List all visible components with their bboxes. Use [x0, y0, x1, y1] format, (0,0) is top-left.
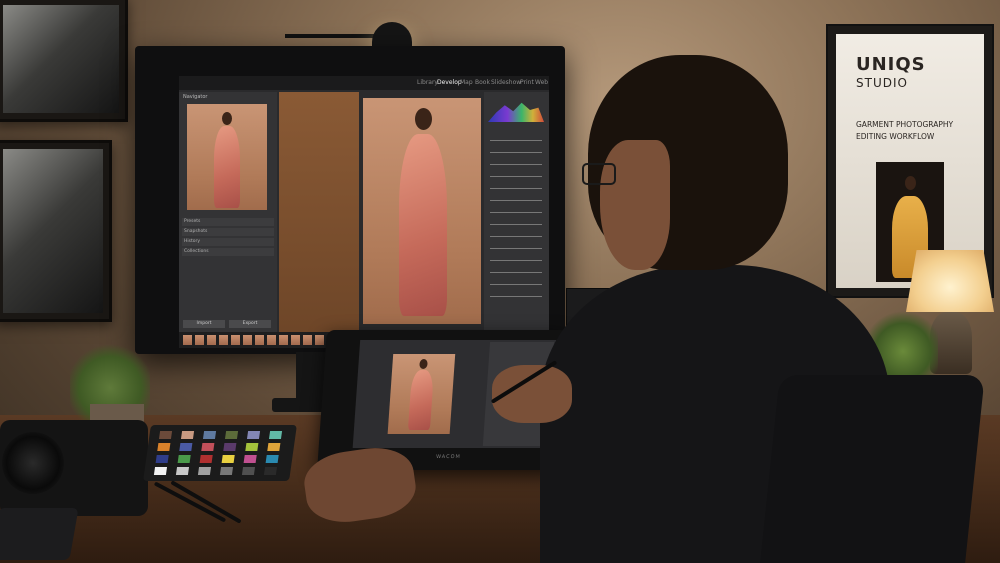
smartphone	[0, 508, 79, 560]
color-swatch	[221, 455, 235, 463]
module-print[interactable]: Print	[520, 79, 534, 86]
develop-slider-13[interactable]	[490, 284, 542, 285]
office-chair	[760, 375, 985, 563]
filmstrip-thumb[interactable]	[267, 335, 276, 345]
color-swatch	[153, 467, 168, 475]
panel-section-presets[interactable]: Presets	[182, 218, 274, 226]
color-swatch	[175, 467, 190, 475]
person-face	[600, 140, 670, 270]
develop-slider-11[interactable]	[490, 260, 542, 261]
develop-slider-2[interactable]	[490, 152, 542, 153]
tablet-model-saree	[407, 370, 435, 430]
main-image-canvas[interactable]	[363, 98, 481, 324]
secondary-image-backdrop	[279, 92, 359, 332]
filmstrip-thumb[interactable]	[315, 335, 324, 345]
color-swatch	[199, 455, 213, 463]
color-swatch	[263, 467, 278, 475]
left-panel: Navigator Presets Snapshots History Coll…	[179, 92, 277, 332]
color-swatch	[197, 467, 212, 475]
module-map[interactable]: Map	[460, 79, 473, 86]
module-bar: Library Develop Map Book Slideshow Print…	[179, 76, 549, 90]
filmstrip-thumb[interactable]	[303, 335, 312, 345]
navigator-model-saree	[214, 126, 240, 208]
poster-model-head	[905, 176, 916, 190]
poster-brand-line1: UNIQS	[856, 54, 926, 75]
color-swatch	[241, 467, 256, 475]
filmstrip-thumb[interactable]	[207, 335, 216, 345]
panel-section-history[interactable]: History	[182, 238, 274, 246]
dslr-camera	[0, 420, 148, 516]
camera-lens	[2, 432, 64, 494]
tablet-brand-label: WACOM	[435, 454, 461, 460]
color-checker-card	[143, 425, 297, 481]
color-swatch	[155, 455, 169, 463]
color-swatch	[267, 443, 281, 451]
color-swatch	[219, 467, 234, 475]
navigator-preview[interactable]	[187, 104, 267, 210]
color-swatch	[157, 443, 171, 451]
filmstrip-thumb[interactable]	[219, 335, 228, 345]
color-swatch	[202, 431, 217, 439]
eyeglasses-icon	[582, 163, 616, 185]
develop-slider-10[interactable]	[490, 248, 542, 249]
filmstrip-thumb[interactable]	[243, 335, 252, 345]
develop-slider-5[interactable]	[490, 188, 542, 189]
develop-slider-12[interactable]	[490, 272, 542, 273]
filmstrip-thumb[interactable]	[291, 335, 300, 345]
navigator-model-head	[222, 112, 232, 125]
desktop-monitor: Library Develop Map Book Slideshow Print…	[135, 46, 565, 354]
develop-slider-8[interactable]	[490, 224, 542, 225]
import-button[interactable]: Import	[183, 320, 225, 328]
color-swatch	[245, 443, 259, 451]
photo-scene: UNIQS STUDIO GARMENT PHOTOGRAPHY EDITING…	[0, 0, 1000, 563]
module-web[interactable]: Web	[535, 79, 548, 86]
table-lamp-shade	[906, 250, 994, 312]
right-panel-develop	[484, 92, 549, 332]
color-swatch	[179, 443, 193, 451]
color-swatch	[180, 431, 195, 439]
develop-slider-9[interactable]	[490, 236, 542, 237]
histogram-icon	[488, 102, 544, 122]
tablet-image-canvas[interactable]	[387, 354, 456, 434]
color-swatch	[201, 443, 215, 451]
filmstrip-thumb[interactable]	[255, 335, 264, 345]
color-swatch	[223, 443, 237, 451]
module-develop[interactable]: Develop	[437, 79, 462, 86]
panel-section-collections[interactable]: Collections	[182, 248, 274, 256]
filmstrip-thumb[interactable]	[195, 335, 204, 345]
tablet-model-head	[419, 359, 428, 369]
color-swatch	[243, 455, 257, 463]
filmstrip-thumb[interactable]	[183, 335, 192, 345]
develop-slider-1[interactable]	[490, 140, 542, 141]
color-swatch	[246, 431, 261, 439]
export-button[interactable]: Export	[229, 320, 271, 328]
color-swatch	[224, 431, 239, 439]
navigator-label: Navigator	[183, 94, 208, 100]
color-swatch	[177, 455, 191, 463]
develop-slider-6[interactable]	[490, 200, 542, 201]
color-swatch	[268, 431, 283, 439]
develop-slider-14[interactable]	[490, 296, 542, 297]
poster-subtitle-line1: GARMENT PHOTOGRAPHY	[856, 120, 954, 129]
wall-frame-mid-left	[0, 140, 112, 322]
photo-editor-screen: Library Develop Map Book Slideshow Print…	[179, 76, 549, 348]
color-swatch	[158, 431, 173, 439]
panel-section-snapshots[interactable]: Snapshots	[182, 228, 274, 236]
filmstrip-thumb[interactable]	[231, 335, 240, 345]
main-model-head	[415, 108, 432, 130]
poster-subtitle-line2: EDITING WORKFLOW	[856, 132, 935, 141]
module-slideshow[interactable]: Slideshow	[491, 79, 521, 86]
module-library[interactable]: Library	[417, 79, 438, 86]
main-model-saree	[399, 134, 447, 316]
filmstrip-thumb[interactable]	[279, 335, 288, 345]
color-swatch	[265, 455, 279, 463]
module-book[interactable]: Book	[475, 79, 490, 86]
develop-slider-4[interactable]	[490, 176, 542, 177]
develop-slider-3[interactable]	[490, 164, 542, 165]
poster-brand-line2: STUDIO	[856, 76, 908, 90]
wall-frame-top-left	[0, 0, 128, 122]
develop-slider-7[interactable]	[490, 212, 542, 213]
